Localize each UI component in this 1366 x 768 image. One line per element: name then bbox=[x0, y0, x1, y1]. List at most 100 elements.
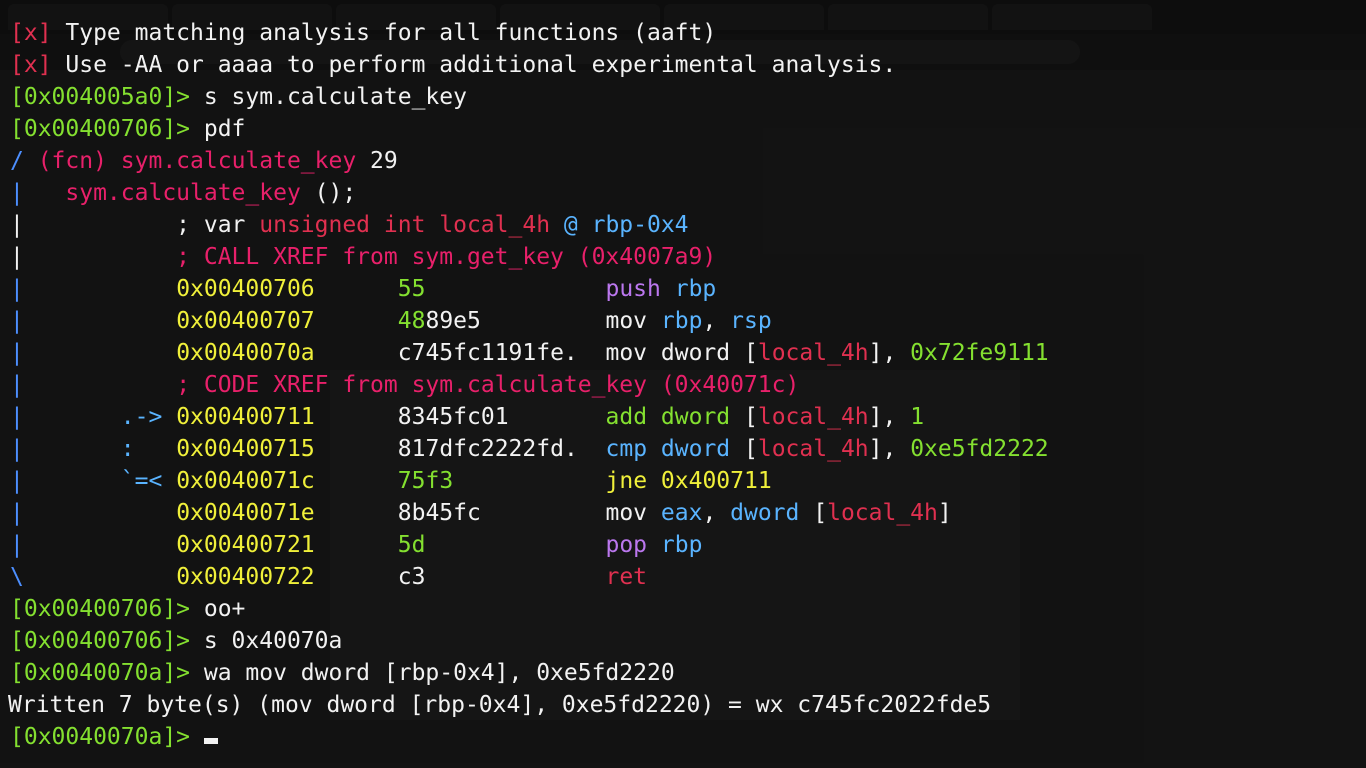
command: s sym.calculate_key bbox=[190, 84, 467, 110]
var-type: unsigned int local_4h bbox=[259, 212, 551, 238]
prompt: [0x0040070a]> bbox=[10, 660, 191, 686]
asm-address: 0x00400711 bbox=[176, 404, 315, 430]
var-declaration: | ; var unsigned int local_4h @ rbp-0x4 bbox=[10, 209, 689, 241]
asm-mnemonic: mov bbox=[605, 500, 648, 526]
asm-mnemonic: mov bbox=[605, 308, 648, 334]
asm-row: | `=< 0x0040071c 75f3 jne 0x400711 bbox=[10, 468, 772, 494]
var-at: @ bbox=[550, 212, 592, 238]
terminal-line-4: [0x00400706]> pdf bbox=[10, 113, 245, 145]
asm-bytes: 8b45fc bbox=[397, 500, 481, 526]
asm-operand: rbp bbox=[660, 532, 703, 558]
asm-operand-var: local_4h bbox=[827, 500, 938, 526]
asm-bytes: 5d bbox=[397, 532, 426, 558]
asm-row: | 0x0040071e 8b45fc mov eax, dword [loca… bbox=[10, 500, 952, 526]
flow-bar: | bbox=[10, 180, 66, 206]
warning-tag: [x] bbox=[10, 20, 52, 46]
terminal-line-2: [x] Use -AA or aaaa to perform additiona… bbox=[10, 49, 896, 81]
asm-operand: dword bbox=[730, 500, 800, 526]
asm-row: \ 0x00400722 c3 ret bbox=[10, 564, 648, 590]
asm-row: | 0x0040070a c745fc1191fe. mov dword [lo… bbox=[10, 340, 1049, 366]
write-result: Written 7 byte(s) (mov dword [rbp-0x4], … bbox=[8, 692, 992, 718]
asm-operand: dword bbox=[660, 340, 731, 366]
asm-address: 0x0040071c bbox=[176, 468, 315, 494]
asm-operand: rbp bbox=[674, 276, 717, 302]
asm-bytes: 89e5 bbox=[425, 308, 481, 334]
asm-row: | : 0x00400715 817dfc2222fd. cmp dword [… bbox=[10, 436, 1049, 462]
var-location: rbp-0x4 bbox=[591, 212, 689, 238]
xref-text: ; CALL XREF from sym.get_key (0x4007a9) bbox=[176, 244, 717, 270]
asm-bytes: 8345fc01 bbox=[397, 404, 509, 430]
asm-mnemonic: jne bbox=[605, 468, 648, 494]
asm-mnemonic: mov bbox=[605, 340, 648, 366]
log-text: Type matching analysis for all functions… bbox=[51, 20, 717, 46]
asm-address: 0x00400706 bbox=[176, 276, 315, 302]
asm-address: 0x0040071e bbox=[176, 500, 315, 526]
function-name: sym.calculate_key bbox=[65, 180, 301, 206]
prompt: [0x00400706]> bbox=[10, 628, 191, 654]
asm-bytes: 48 bbox=[397, 308, 426, 334]
asm-row: | .-> 0x00400711 8345fc01 add dword [loc… bbox=[10, 404, 925, 430]
asm-operand: rsp bbox=[730, 308, 772, 334]
asm-bytes: 75f3 bbox=[397, 468, 454, 494]
asm-row: | 0x00400707 4889e5 mov rbp, rsp bbox=[10, 308, 772, 334]
asm-mnemonic: add bbox=[605, 404, 648, 430]
command: s 0x40070a bbox=[190, 628, 343, 654]
terminal-line-3: [0x004005a0]> s sym.calculate_key bbox=[10, 81, 467, 113]
asm-immediate: 0xe5fd2222 bbox=[910, 436, 1049, 462]
asm-address: 0x0040070a bbox=[176, 340, 315, 366]
asm-row: | 0x00400706 55 push rbp bbox=[10, 276, 717, 302]
jump-arrow: `=< bbox=[120, 468, 163, 494]
prompt: [0x00400706]> bbox=[10, 596, 191, 622]
var-prefix: | ; var bbox=[10, 212, 260, 238]
asm-bytes: 55 bbox=[397, 276, 426, 302]
asm-bytes: 817dfc2222fd. bbox=[397, 436, 578, 462]
text-cursor[interactable] bbox=[203, 738, 218, 744]
asm-operand-var: local_4h bbox=[757, 404, 869, 430]
function-header: / (fcn) sym.calculate_key 29 bbox=[10, 145, 398, 177]
command: wa mov dword [rbp-0x4], 0xe5fd2220 bbox=[190, 660, 675, 686]
asm-mnemonic: ret bbox=[605, 564, 648, 590]
jump-arrow: .-> bbox=[120, 404, 163, 430]
asm-address: 0x00400715 bbox=[176, 436, 315, 462]
xref-comment: | ; CODE XREF from sym.calculate_key (0x… bbox=[10, 372, 800, 398]
command: oo+ bbox=[190, 596, 246, 622]
warning-tag: [x] bbox=[10, 52, 52, 78]
asm-immediate: 0x72fe9111 bbox=[910, 340, 1049, 366]
asm-mnemonic: push bbox=[605, 276, 661, 302]
asm-bytes: c745fc1191fe. bbox=[397, 340, 578, 366]
jump-arrow: : bbox=[120, 436, 135, 462]
asm-operand-var: local_4h bbox=[757, 340, 869, 366]
asm-operand: dword bbox=[660, 436, 731, 462]
terminal-line: [0x0040070a]> wa mov dword [rbp-0x4], 0x… bbox=[10, 657, 675, 689]
prompt: [0x0040070a]> bbox=[10, 724, 191, 750]
flow-bar: / bbox=[10, 148, 38, 174]
prompt: [0x00400706]> bbox=[10, 116, 191, 142]
asm-mnemonic: cmp bbox=[605, 436, 648, 462]
command: pdf bbox=[190, 116, 246, 142]
terminal-window[interactable]: [x] Type matching analysis for all funct… bbox=[0, 0, 1366, 768]
prompt: [0x004005a0]> bbox=[10, 84, 191, 110]
asm-operand: dword bbox=[660, 404, 731, 430]
function-signature: | sym.calculate_key (); bbox=[10, 177, 356, 209]
function-size: 29 bbox=[356, 148, 398, 174]
function-label: (fcn) sym.calculate_key bbox=[37, 148, 357, 174]
asm-operand: eax bbox=[660, 500, 703, 526]
terminal-line-1: [x] Type matching analysis for all funct… bbox=[10, 17, 716, 49]
asm-operand-var: local_4h bbox=[757, 436, 869, 462]
asm-operand: rbp bbox=[660, 308, 703, 334]
terminal-line: [0x00400706]> s 0x40070a bbox=[10, 625, 342, 657]
xref-comment: | ; CALL XREF from sym.get_key (0x4007a9… bbox=[10, 241, 716, 273]
asm-bytes: c3 bbox=[397, 564, 426, 590]
terminal-input-line[interactable]: [0x0040070a]> bbox=[10, 721, 218, 753]
asm-immediate: 1 bbox=[910, 404, 925, 430]
asm-operand: 0x400711 bbox=[660, 468, 772, 494]
function-args: (); bbox=[300, 180, 357, 206]
asm-mnemonic: pop bbox=[605, 532, 648, 558]
xref-text: ; CODE XREF from sym.calculate_key (0x40… bbox=[176, 372, 800, 398]
terminal-line: [0x00400706]> oo+ bbox=[10, 593, 245, 625]
asm-address: 0x00400721 bbox=[176, 532, 315, 558]
asm-row: | 0x00400721 5d pop rbp bbox=[10, 532, 703, 558]
asm-address: 0x00400707 bbox=[176, 308, 315, 334]
flow-bar: | bbox=[10, 244, 177, 270]
asm-address: 0x00400722 bbox=[176, 564, 315, 590]
